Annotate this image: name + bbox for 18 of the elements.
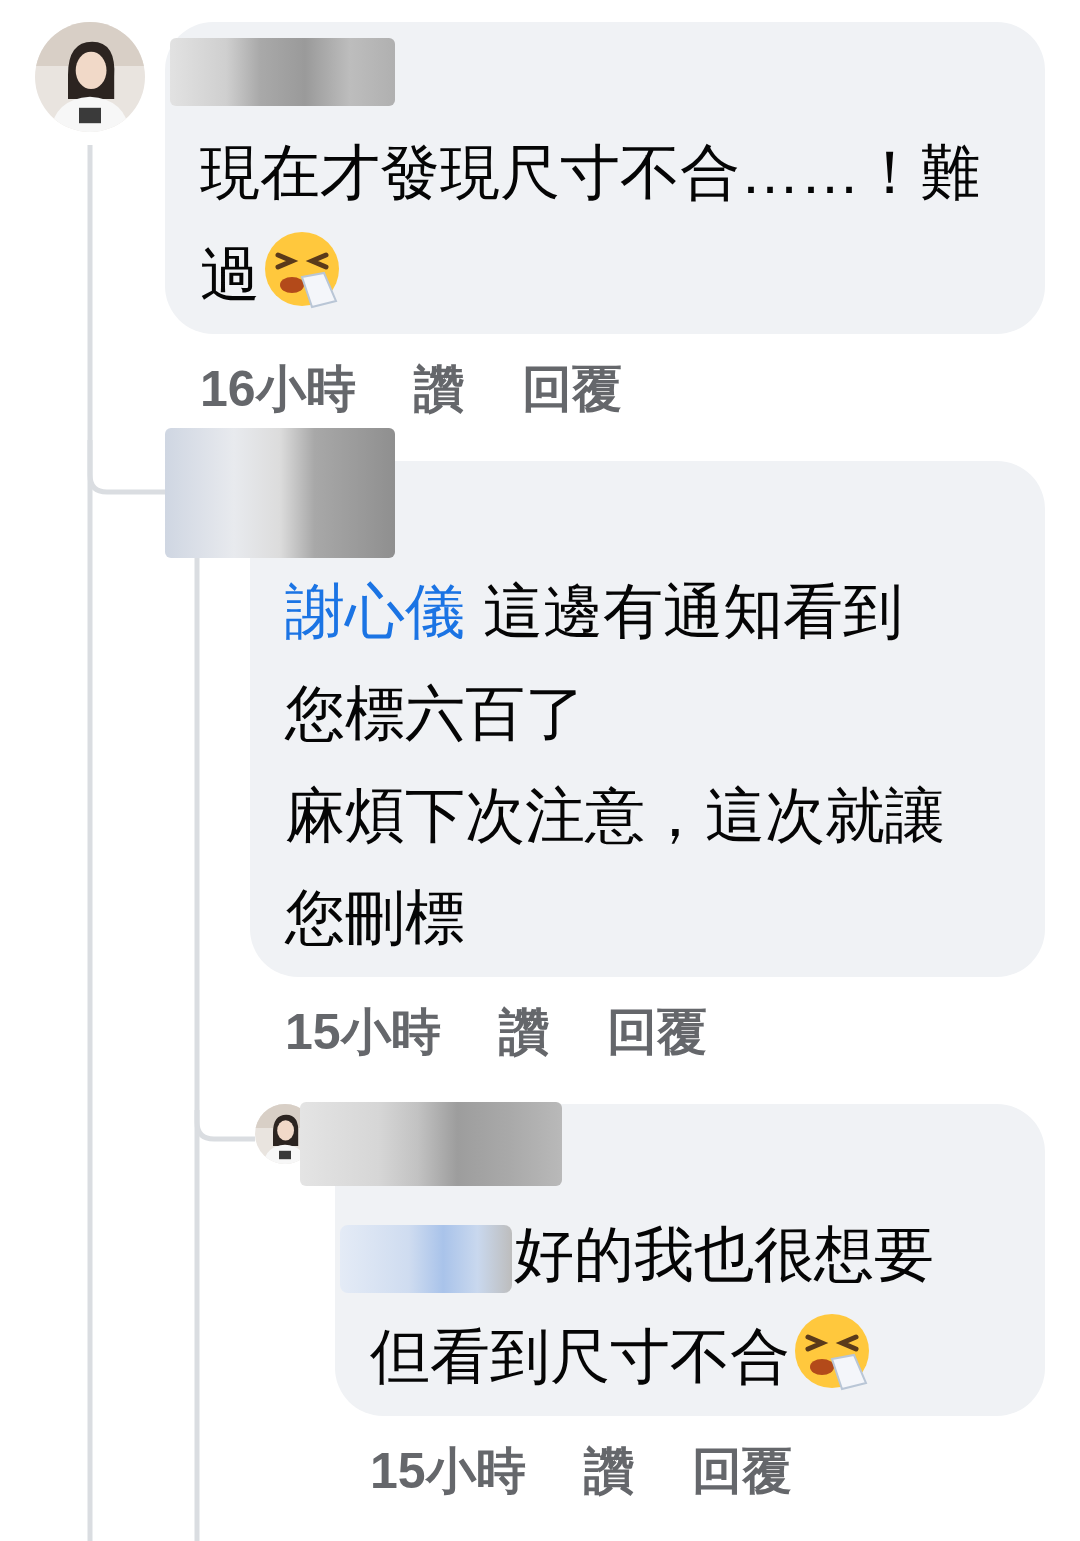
comment-text: 過 — [200, 241, 260, 308]
reply-link[interactable]: 回覆 — [691, 1441, 792, 1501]
comment-text: 麻煩下次注意，這次就讓 — [285, 782, 945, 849]
like-link[interactable]: 讚 — [413, 359, 464, 419]
comment-text: 這邊有通知看到 — [483, 578, 903, 645]
mention-link[interactable]: 謝心儀 — [285, 578, 465, 645]
reply-link[interactable]: 回覆 — [521, 359, 622, 419]
reply-link[interactable]: 回覆 — [606, 1002, 707, 1062]
like-link[interactable]: 讚 — [498, 1002, 549, 1062]
like-link[interactable]: 讚 — [583, 1441, 634, 1501]
timestamp: 15小時 — [370, 1442, 526, 1501]
comment-text: 好的我也很想要 — [514, 1221, 934, 1288]
timestamp: 15小時 — [285, 1003, 441, 1062]
timestamp: 16小時 — [200, 360, 356, 419]
comment-text: 現在才發現尺寸不合……！難 — [200, 139, 980, 206]
comment-text: 但看到尺寸不合 — [370, 1323, 790, 1390]
comment-text: 您刪標 — [285, 884, 465, 951]
comment-text: 您標六百了 — [285, 680, 585, 747]
